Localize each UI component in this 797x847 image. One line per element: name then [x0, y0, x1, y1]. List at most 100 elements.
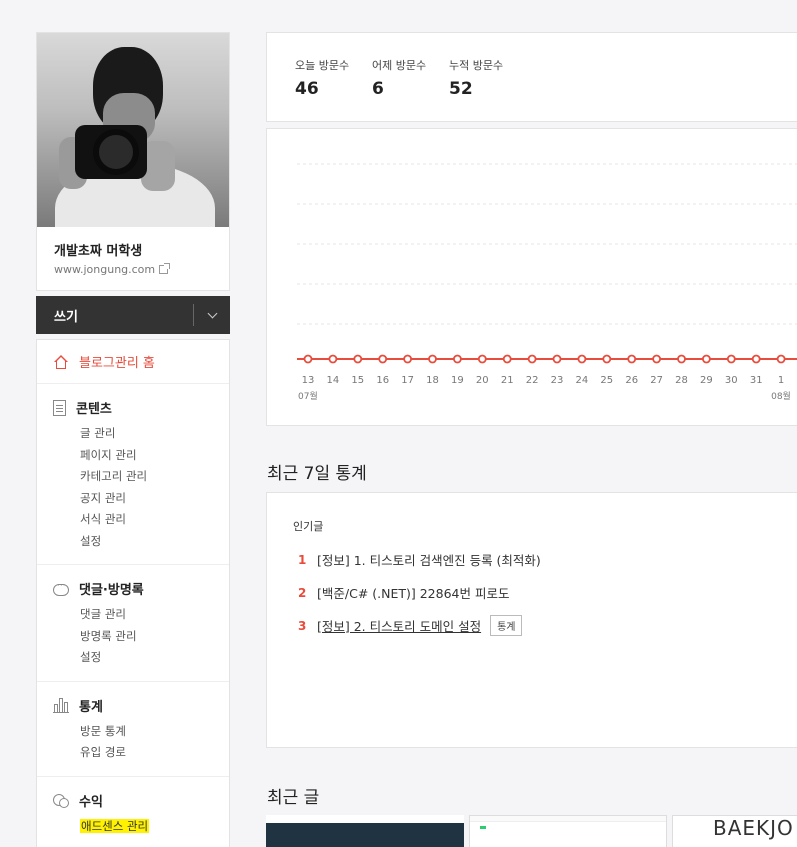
chart-point: [353, 354, 363, 364]
yesterday-visits: 어제 방문수 6: [372, 57, 426, 99]
today-visits-label: 오늘 방문수: [295, 59, 350, 72]
menu-item-pages[interactable]: 페이지 관리: [53, 445, 229, 467]
menu-item-posts[interactable]: 글 관리: [53, 423, 229, 445]
chart-month-label: 08월: [771, 390, 791, 402]
popular-item: 1 [정보] 1. 티스토리 검색엔진 등록 (최적화): [298, 550, 541, 569]
chart-x-tick-label: 23: [551, 375, 564, 386]
chart-x-tick-label: 20: [476, 375, 489, 386]
menu-item-notices[interactable]: 공지 관리: [53, 488, 229, 510]
chart-x-tick-label: 13: [302, 375, 315, 386]
write-dropdown-toggle[interactable]: [194, 296, 230, 334]
popular-posts-panel: 인기글 1 [정보] 1. 티스토리 검색엔진 등록 (최적화) 2 [백준/C…: [266, 492, 797, 748]
yesterday-visits-value: 6: [372, 79, 384, 99]
thumbnail-text: BAEKJO: [713, 816, 794, 840]
bar-chart-icon: [53, 697, 69, 713]
write-bar: 쓰기: [36, 296, 230, 334]
document-icon: [53, 399, 66, 416]
write-button[interactable]: 쓰기: [36, 296, 193, 334]
today-visits: 오늘 방문수 46: [295, 57, 349, 99]
popular-item: 3 [정보] 2. 티스토리 도메인 설정 통계: [298, 615, 523, 636]
yesterday-visits-label: 어제 방문수: [372, 59, 427, 72]
recent-post-thumbnail[interactable]: [266, 815, 464, 847]
chart-point: [328, 354, 338, 364]
chart-point: [577, 354, 587, 364]
menu-item-comment-settings[interactable]: 설정: [53, 647, 229, 669]
chart-point: [428, 354, 437, 364]
menu-item-adsense-label[interactable]: 애드센스 관리: [80, 818, 150, 833]
menu-section-revenue: 수익 애드센스 관리: [37, 777, 229, 847]
chart-point: [303, 354, 313, 364]
menu-item-visit-stats[interactable]: 방문 통계: [53, 721, 229, 743]
recent-post-thumbnail[interactable]: [469, 815, 667, 847]
popular-rank: 2: [298, 585, 307, 600]
visit-summary: 오늘 방문수 46 어제 방문수 6 누적 방문수 52: [266, 32, 797, 122]
menu-item-categories[interactable]: 카테고리 관리: [53, 466, 229, 488]
visit-chart: 13 14 15 16 17 18 19 20 21 22 23 24 25 26 27 28 29 30 31 1 0…: [266, 128, 797, 426]
popular-item: 2 [백준/C# (.NET)] 22864번 피로도: [298, 583, 509, 602]
chart-point: [627, 354, 637, 364]
chart-x-tick-label: 17: [401, 375, 414, 386]
total-visits: 누적 방문수 52: [449, 57, 503, 99]
coins-icon: [53, 792, 69, 808]
chart-point: [378, 354, 388, 364]
popular-rank: 1: [298, 552, 307, 567]
chart-x-tick-label: 27: [650, 375, 663, 386]
total-visits-label: 누적 방문수: [449, 59, 504, 72]
menu-item-guestbook[interactable]: 방명록 관리: [53, 626, 229, 648]
popular-post-link[interactable]: [정보] 1. 티스토리 검색엔진 등록 (최적화): [317, 550, 541, 569]
menu-section-title[interactable]: 콘텐츠: [76, 398, 112, 417]
popular-post-link[interactable]: [정보] 2. 티스토리 도메인 설정: [317, 616, 481, 635]
menu-item-templates[interactable]: 서식 관리: [53, 509, 229, 531]
chat-bubble-icon: [53, 581, 69, 596]
menu-section-stats: 통계 방문 통계 유입 경로: [37, 682, 229, 777]
chart-x-tick-label: 25: [600, 375, 613, 386]
chart-x-tick-label: 16: [376, 375, 389, 386]
menu-item-content-settings[interactable]: 설정: [53, 531, 229, 553]
chart-x-tick-label: 22: [526, 375, 539, 386]
menu-item-referrers[interactable]: 유입 경로: [53, 742, 229, 764]
chart-point: [477, 354, 487, 364]
menu-item-adsense[interactable]: 애드센스 관리: [53, 816, 229, 838]
menu-home-label[interactable]: 블로그관리 홈: [79, 352, 155, 371]
menu-home[interactable]: 블로그관리 홈: [37, 340, 229, 384]
chart-point: [776, 354, 786, 364]
chart-point: [403, 354, 413, 364]
chart-x-tick-label: 19: [451, 375, 464, 386]
profile-card: 개발초짜 머학생 www.jongung.com: [36, 32, 230, 291]
external-link-icon: [159, 263, 171, 274]
chart-x-tick-label: 24: [576, 375, 589, 386]
post-stats-button[interactable]: 통계: [490, 615, 523, 636]
popular-rank: 3: [298, 618, 307, 633]
profile-photo[interactable]: [37, 33, 229, 227]
menu-section-title[interactable]: 댓글·방명록: [79, 579, 144, 598]
blog-name[interactable]: 개발초짜 머학생: [54, 240, 142, 259]
chart-point: [652, 354, 662, 364]
chart-x-tick-label: 1: [778, 375, 784, 386]
chart-point: [602, 354, 612, 364]
chart-point: [527, 354, 537, 364]
total-visits-value: 52: [449, 79, 473, 99]
menu-item-comments[interactable]: 댓글 관리: [53, 604, 229, 626]
popular-post-link[interactable]: [백준/C# (.NET)] 22864번 피로도: [317, 583, 509, 602]
blog-url-link[interactable]: www.jongung.com: [54, 263, 171, 276]
menu-section-title[interactable]: 수익: [79, 791, 103, 810]
chart-x-tick-label: 30: [725, 375, 738, 386]
chart-x-tick-label: 15: [351, 375, 364, 386]
menu-section-title[interactable]: 통계: [79, 696, 103, 715]
chart-point: [751, 354, 761, 364]
chart-point: [726, 354, 736, 364]
chart-point: [502, 354, 512, 364]
chevron-down-icon: [207, 308, 217, 318]
chart-point: [701, 354, 711, 364]
menu-section-comments: 댓글·방명록 댓글 관리 방명록 관리 설정: [37, 565, 229, 682]
blog-url-text[interactable]: www.jongung.com: [54, 263, 155, 276]
chart-x-tick-label: 14: [327, 375, 340, 386]
recent7-title: 최근 7일 통계: [267, 464, 367, 484]
visit-chart-svg: 13 14 15 16 17 18 19 20 21 22 23 24 25 26 27 28 29 30 31 1 0…: [297, 163, 797, 402]
admin-menu: 블로그관리 홈 콘텐츠 글 관리 페이지 관리 카테고리 관리 공지 관리 서식…: [36, 339, 230, 847]
chart-x-tick-label: 29: [700, 375, 713, 386]
recent-post-thumbnail[interactable]: BAEKJO: [672, 815, 797, 847]
chart-x-tick-label: 21: [501, 375, 514, 386]
chart-point: [452, 354, 462, 364]
chart-point: [552, 354, 562, 364]
